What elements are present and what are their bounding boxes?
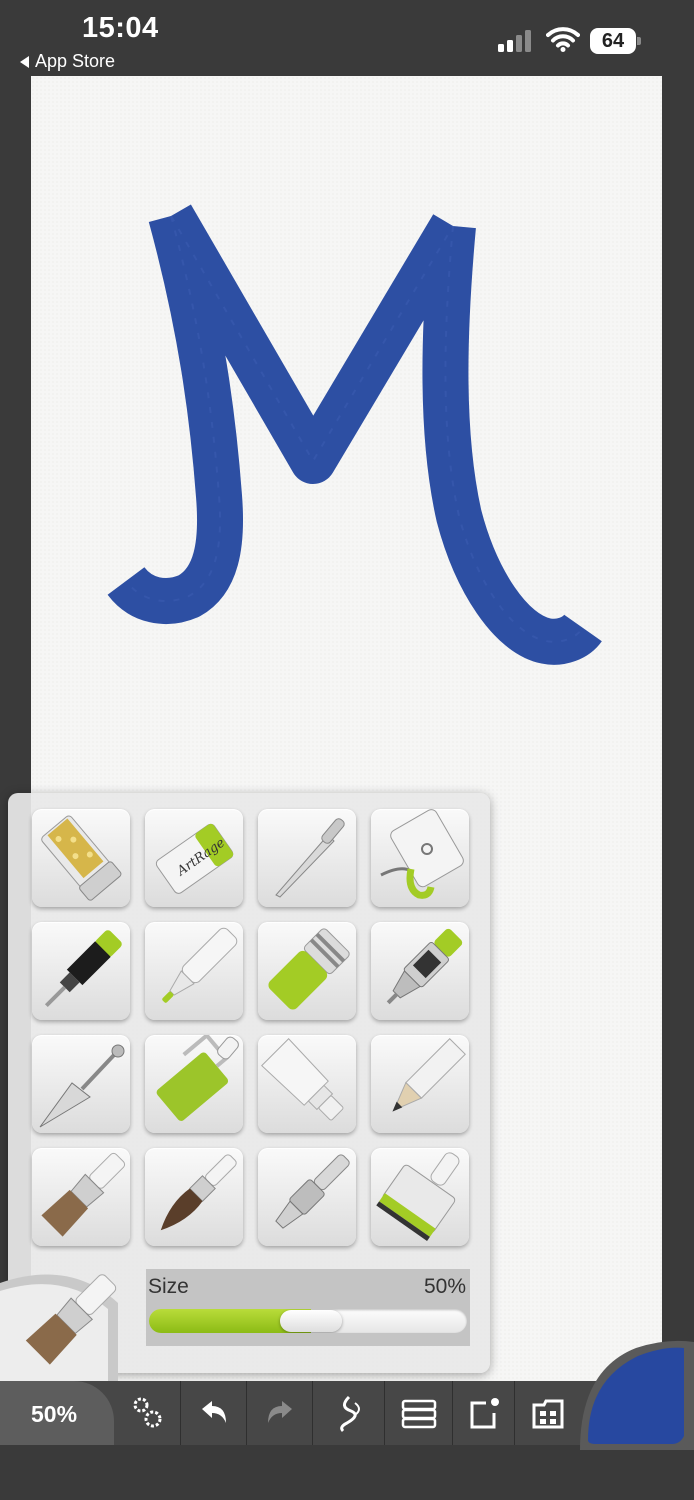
current-flat-brush-icon (0, 1274, 118, 1383)
home-indicator-area (0, 1445, 694, 1500)
current-tool-button[interactable] (0, 1263, 128, 1383)
airbrush-pen-icon (386, 928, 463, 1005)
paint-roller-tool[interactable] (145, 1035, 243, 1133)
paint-tube-icon (261, 1038, 344, 1121)
round-brush-tool[interactable] (145, 1148, 243, 1246)
back-arrow-icon (20, 55, 29, 68)
export-button[interactable] (452, 1381, 514, 1445)
palette-knife-icon (39, 1044, 125, 1128)
size-label: Size (148, 1275, 189, 1298)
layers-icon (401, 1399, 436, 1429)
zoom-level: 50% (31, 1401, 78, 1427)
glitter-tube-tool[interactable] (32, 809, 130, 907)
sticker-spray-tool[interactable] (371, 809, 469, 907)
glitter-tube-icon (41, 815, 122, 901)
color-picker-button[interactable] (576, 1340, 694, 1450)
back-link-label: App Store (35, 51, 116, 71)
size-control: Size 50% (146, 1269, 470, 1346)
eraser-icon: ArtRage (155, 823, 234, 894)
ink-pen-tool[interactable] (32, 922, 130, 1020)
round-brush-icon (160, 1154, 237, 1231)
gloop-pen-icon (376, 1152, 460, 1241)
chalk-tool[interactable] (258, 922, 356, 1020)
chalk-icon (268, 928, 350, 1010)
eraser-tool[interactable]: ArtRage (145, 809, 243, 907)
pencil-icon (392, 1038, 466, 1112)
gallery-button[interactable] (514, 1381, 580, 1445)
paint-tube-tool[interactable] (258, 1035, 356, 1133)
signal-icon (498, 30, 531, 52)
felt-pen-icon (162, 927, 238, 1003)
size-value: 50% (423, 1275, 466, 1298)
thin-knife-tool[interactable] (258, 809, 356, 907)
color-swatch-icon (580, 1340, 694, 1450)
zoom-button[interactable]: 50% (0, 1381, 114, 1445)
palette-knife-thin-icon (275, 818, 345, 898)
airbrush-icon (275, 1154, 350, 1229)
battery-level: 64 (590, 28, 636, 54)
tool-grid: ArtRage (32, 809, 472, 1246)
gallery-icon (532, 1399, 563, 1429)
size-slider-thumb[interactable] (280, 1310, 342, 1332)
settings-icon (133, 1397, 162, 1428)
ink-pen-icon (44, 930, 122, 1008)
pencil-tool[interactable] (371, 1035, 469, 1133)
stroke-recorder-button[interactable] (312, 1381, 384, 1445)
battery-icon: 64 (590, 28, 642, 54)
sticker-spray-icon (380, 809, 464, 899)
flat-brush-icon (41, 1152, 126, 1237)
wifi-icon (546, 27, 580, 52)
airbrush-tool[interactable] (258, 1148, 356, 1246)
redo-icon (267, 1401, 292, 1423)
airbrush-pen-tool[interactable] (371, 922, 469, 1020)
redo-button[interactable] (246, 1381, 312, 1445)
settings-button[interactable] (114, 1381, 180, 1445)
palette-knife-tool[interactable] (32, 1035, 130, 1133)
paint-roller-icon (156, 1035, 239, 1121)
stroke-icon (339, 1395, 360, 1433)
export-icon (470, 1398, 499, 1429)
felt-pen-tool[interactable] (145, 922, 243, 1020)
gloop-pen-tool[interactable] (371, 1148, 469, 1246)
flat-brush-tool[interactable] (32, 1148, 130, 1246)
status-bar: 15:04 App Store 64 (0, 0, 694, 76)
back-to-app-store-link[interactable]: App Store (20, 51, 115, 72)
clock-time: 15:04 (82, 12, 159, 44)
layers-button[interactable] (384, 1381, 452, 1445)
size-slider[interactable] (149, 1309, 467, 1333)
undo-icon (201, 1401, 226, 1423)
undo-button[interactable] (180, 1381, 246, 1445)
